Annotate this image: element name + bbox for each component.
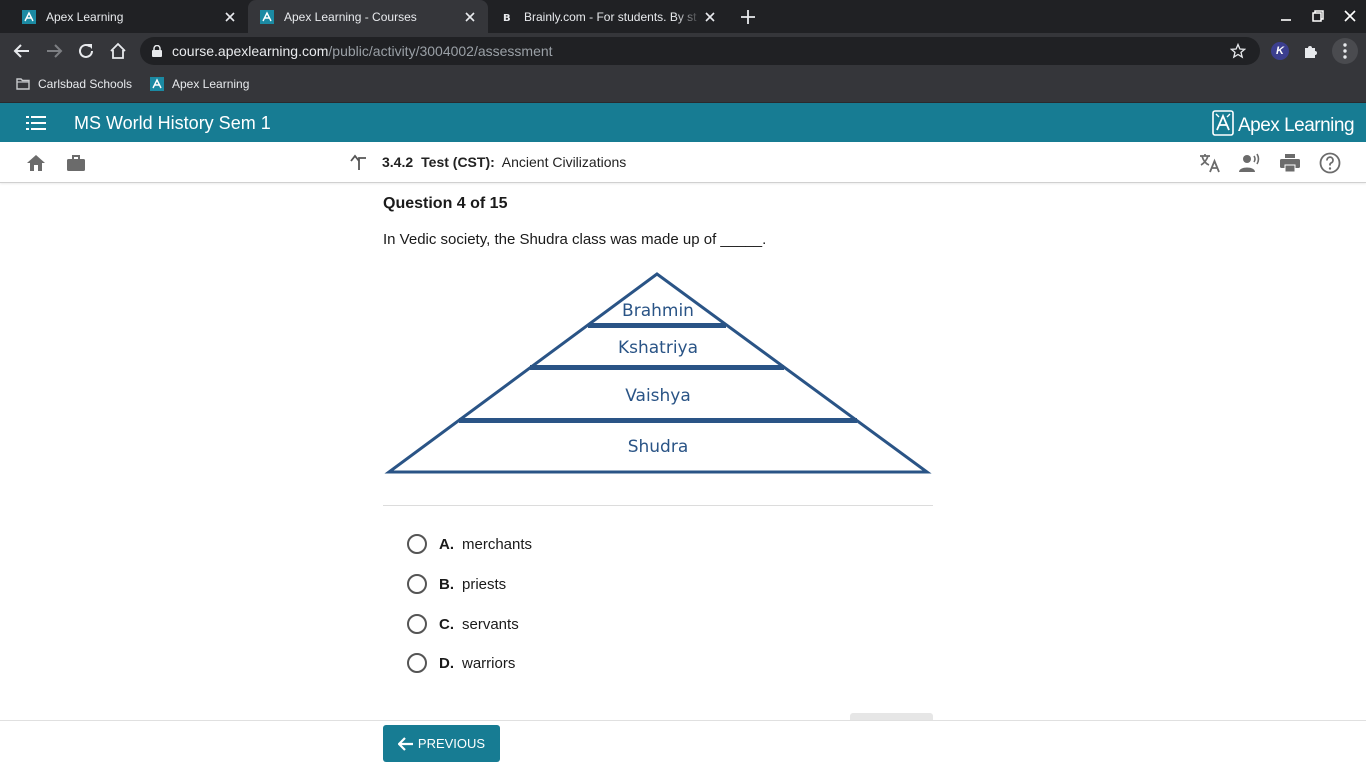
new-tab-plus-icon[interactable]	[738, 7, 758, 27]
apex-favicon-icon	[150, 77, 164, 91]
activity-number: 3.4.2	[382, 154, 414, 170]
course-header: MS World History Sem 1 Apex Learning	[0, 103, 1366, 142]
briefcase-icon[interactable]	[65, 152, 87, 174]
close-window-icon[interactable]	[1342, 8, 1358, 24]
apex-favicon-icon	[22, 9, 36, 24]
url-host: course.apexlearning.com	[172, 43, 329, 59]
answer-option-b[interactable]: B. priests	[407, 573, 506, 595]
brainly-favicon-icon: B	[500, 10, 514, 24]
bookmark-label: Apex Learning	[172, 77, 250, 91]
previous-button[interactable]: PREVIOUS	[383, 725, 500, 762]
help-icon[interactable]	[1319, 152, 1341, 174]
minimize-icon[interactable]	[1278, 8, 1294, 24]
radio-button[interactable]	[407, 653, 427, 673]
pyramid-label-shudra: Shudra	[628, 437, 689, 457]
option-text: priests	[462, 575, 507, 593]
pyramid-label-brahmin: Brahmin	[622, 301, 694, 321]
activity-toolbar: 3.4.2 Test (CST): Ancient Civilizations	[0, 142, 1366, 183]
question-text: In Vedic society, the Shudra class was m…	[383, 231, 767, 248]
answer-option-c[interactable]: C. servants	[407, 613, 519, 635]
close-icon[interactable]	[702, 9, 718, 25]
apex-logo-icon	[1212, 110, 1234, 141]
radio-button[interactable]	[407, 574, 427, 594]
activity-title: Ancient Civilizations	[501, 154, 627, 170]
pyramid-divider	[588, 323, 726, 328]
pyramid-divider	[530, 365, 784, 370]
option-letter: A.	[439, 535, 454, 553]
answer-option-a[interactable]: A. merchants	[407, 533, 532, 555]
back-arrow-icon[interactable]	[11, 40, 33, 62]
bookmark-apex-learning[interactable]: Apex Learning	[150, 77, 249, 91]
course-title: MS World History Sem 1	[74, 113, 271, 133]
option-letter: C.	[439, 615, 454, 633]
lock-icon	[152, 45, 162, 57]
option-text: warriors	[462, 654, 516, 672]
home-icon[interactable]	[107, 40, 129, 62]
up-level-arrow-icon[interactable]	[350, 153, 368, 171]
option-text: servants	[462, 615, 519, 633]
translate-icon[interactable]	[1199, 152, 1221, 174]
close-icon[interactable]	[462, 9, 478, 25]
option-text: merchants	[462, 535, 533, 553]
activity-type: Test (CST):	[421, 154, 495, 170]
reload-icon[interactable]	[75, 40, 97, 62]
read-aloud-icon[interactable]	[1239, 152, 1261, 174]
tab-apex-learning[interactable]: Apex Learning	[0, 0, 248, 33]
page-footer	[0, 720, 1366, 768]
home-icon[interactable]	[25, 152, 47, 174]
extensions-puzzle-icon[interactable]	[1302, 42, 1320, 65]
apex-learning-logo: Apex Learning	[1212, 110, 1355, 141]
pyramid-label-kshatriya: Kshatriya	[618, 338, 698, 358]
browser-toolbar: course.apexlearning.com/public/activity/…	[0, 33, 1366, 69]
arrow-left-icon	[397, 736, 414, 751]
tab-brainly[interactable]: B Brainly.com - For students. By st	[488, 0, 728, 33]
previous-label: PREVIOUS	[417, 736, 486, 751]
tab-apex-courses[interactable]: Apex Learning - Courses	[248, 0, 488, 33]
menu-list-icon[interactable]	[26, 115, 46, 131]
print-icon[interactable]	[1279, 152, 1301, 174]
tab-title: Apex Learning - Courses	[284, 9, 417, 24]
bookmark-carlsbad-schools[interactable]: Carlsbad Schools	[16, 77, 132, 91]
bookmarks-bar: Carlsbad Schools Apex Learning	[0, 69, 1366, 103]
radio-button[interactable]	[407, 534, 427, 554]
option-letter: D.	[439, 654, 454, 672]
forward-arrow-icon[interactable]	[43, 40, 65, 62]
restore-icon[interactable]	[1310, 8, 1326, 24]
pyramid-label-vaishya: Vaishya	[625, 386, 691, 406]
activity-breadcrumb: 3.4.2 Test (CST): Ancient Civilizations	[350, 153, 626, 171]
pyramid-divider	[459, 418, 857, 423]
tab-title: Apex Learning	[46, 9, 124, 24]
close-icon[interactable]	[222, 9, 238, 25]
more-vert-icon[interactable]	[1332, 38, 1358, 64]
k-extension-icon[interactable]: K	[1271, 42, 1289, 60]
radio-button[interactable]	[407, 614, 427, 634]
browser-tab-strip: Apex Learning Apex Learning - Courses B …	[0, 0, 1366, 33]
bookmark-star-icon[interactable]	[1229, 42, 1247, 64]
folder-icon	[16, 78, 30, 90]
option-letter: B.	[439, 575, 454, 593]
tab-title: Brainly.com - For students. By st	[524, 9, 697, 24]
url-path: /public/activity/3004002/assessment	[328, 43, 553, 59]
divider	[383, 505, 933, 506]
apex-favicon-icon	[260, 9, 274, 24]
question-number: Question 4 of 15	[383, 195, 508, 212]
address-bar[interactable]: course.apexlearning.com/public/activity/…	[140, 37, 1260, 65]
logo-text: Apex Learning	[1238, 114, 1355, 136]
caste-pyramid-diagram: Brahmin Kshatriya Vaishya Shudra	[384, 272, 932, 474]
answer-option-d[interactable]: D. warriors	[407, 652, 515, 674]
bookmark-label: Carlsbad Schools	[38, 77, 133, 91]
svg-text:B: B	[503, 13, 511, 24]
